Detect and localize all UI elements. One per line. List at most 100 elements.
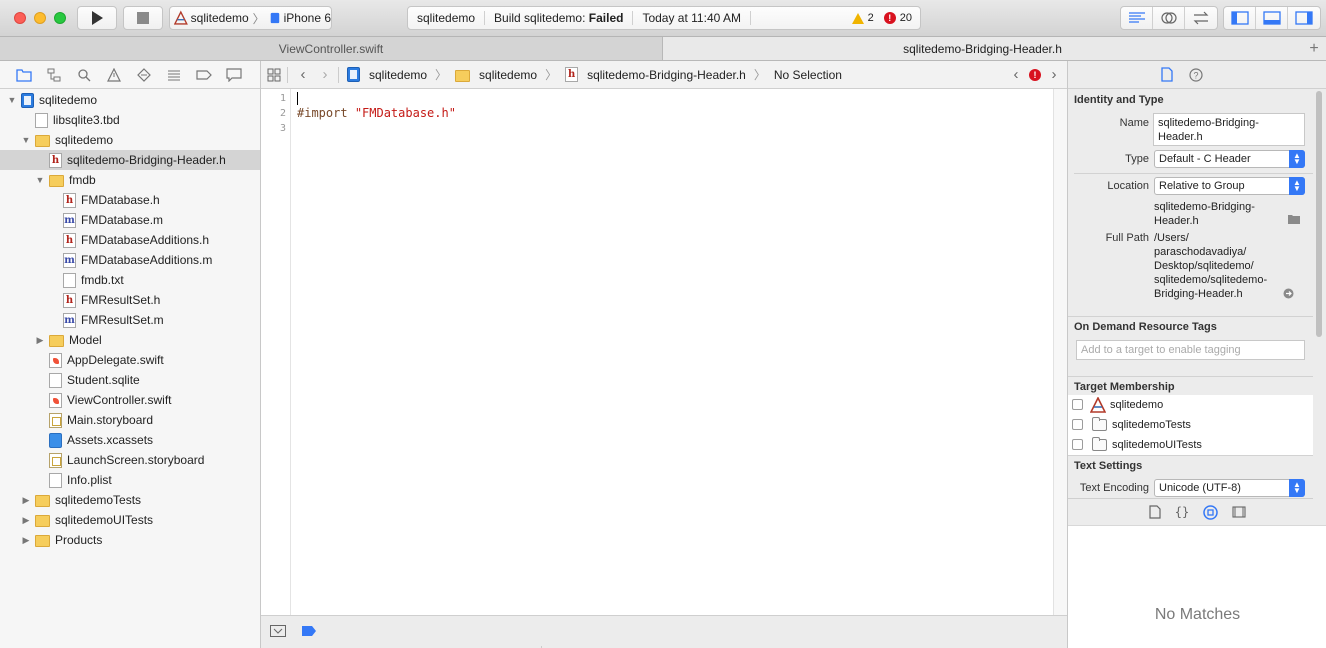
library-results: No Matches [1068, 526, 1326, 648]
breadcrumb-selection-label: No Selection [773, 67, 842, 82]
find-navigator-tab[interactable] [74, 67, 93, 83]
tree-row[interactable]: h FMDatabase.h [0, 190, 260, 210]
close-window-button[interactable] [14, 12, 26, 24]
tree-row[interactable]: ▶ Products [0, 530, 260, 550]
target-checkbox[interactable] [1072, 399, 1083, 410]
file-template-icon[interactable] [1149, 505, 1161, 519]
next-issue-button[interactable]: › [1047, 66, 1061, 83]
run-button[interactable] [77, 6, 117, 30]
related-items-button[interactable] [267, 68, 281, 82]
full-path-line: /Users/ [1154, 232, 1189, 244]
warning-icon [851, 12, 864, 24]
inspector-scrollbar[interactable] [1313, 89, 1326, 499]
tree-row[interactable]: m FMResultSet.m [0, 310, 260, 330]
tree-row[interactable]: m FMDatabaseAdditions.m [0, 250, 260, 270]
scheme-selector[interactable]: sqlitedemo 〉 iPhone 6 [169, 6, 332, 30]
previous-issue-button[interactable]: ‹ [1009, 66, 1023, 83]
quick-help-icon[interactable]: ? [1189, 67, 1203, 82]
tree-row[interactable]: h FMDatabaseAdditions.h [0, 230, 260, 250]
hide-debug-area-icon[interactable] [270, 625, 286, 637]
disclosure-open-icon[interactable]: ▼ [35, 175, 45, 185]
tree-row[interactable]: libsqlite3.tbd [0, 110, 260, 130]
tree-row[interactable]: m FMDatabase.m [0, 210, 260, 230]
name-field[interactable]: sqlitedemo-Bridging- Header.h [1153, 113, 1305, 146]
report-navigator-tab[interactable] [224, 67, 243, 83]
test-navigator-tab[interactable] [134, 67, 153, 83]
minimize-window-button[interactable] [34, 12, 46, 24]
breakpoints-toggle-icon[interactable] [301, 625, 317, 637]
media-library-icon[interactable] [1232, 506, 1246, 518]
disclosure-open-icon[interactable]: ▼ [7, 95, 17, 105]
scroll-thumb[interactable] [1316, 91, 1322, 337]
breadcrumb-selection[interactable]: No Selection [774, 68, 842, 82]
tree-row[interactable]: h sqlitedemo-Bridging-Header.h [0, 150, 260, 170]
tree-row[interactable]: ViewController.swift [0, 390, 260, 410]
version-editor-button[interactable] [1185, 7, 1217, 29]
breadcrumb-group[interactable]: sqlitedemo 〉 [455, 66, 557, 83]
debug-panel-icon [1262, 11, 1281, 25]
utilities-panel-icon [1295, 11, 1313, 25]
source-editor[interactable]: 1 2 3 #import "FMDatabase.h" [261, 89, 1053, 615]
resource-tags-field[interactable]: Add to a target to enable tagging [1076, 340, 1305, 360]
target-checkbox[interactable] [1072, 439, 1083, 450]
code-text: #import "FMDatabase.h" [297, 91, 456, 136]
tab-viewcontroller-swift[interactable]: ViewController.swift [0, 37, 663, 60]
disclosure-closed-icon[interactable]: ▶ [21, 495, 31, 505]
tree-row[interactable]: ▼ sqlitedemo [0, 130, 260, 150]
speech-bubble-icon [225, 67, 242, 82]
issue-navigator-tab[interactable] [104, 67, 123, 83]
tree-row[interactable]: ▶ sqlitedemoTests [0, 490, 260, 510]
standard-editor-button[interactable] [1121, 7, 1153, 29]
toggle-debug-area-button[interactable] [1256, 7, 1288, 29]
choose-folder-icon[interactable] [1288, 214, 1300, 224]
type-popup[interactable]: Default - C Header ▲ ▼ [1154, 150, 1305, 168]
name-field-line: sqlitedemo-Bridging- [1158, 117, 1259, 129]
tree-row[interactable]: Info.plist [0, 470, 260, 490]
debug-bar [261, 615, 1067, 648]
location-popup[interactable]: Relative to Group ▲ ▼ [1154, 177, 1305, 195]
reveal-in-finder-icon[interactable] [1283, 288, 1294, 299]
project-navigator-tab[interactable] [14, 67, 33, 83]
location-path: sqlitedemo-Bridging- Header.h [1154, 200, 1255, 228]
toggle-utilities-button[interactable] [1288, 7, 1320, 29]
assistant-editor-button[interactable] [1153, 7, 1185, 29]
breakpoint-navigator-tab[interactable] [194, 67, 213, 83]
editor-scrollbar[interactable] [1053, 89, 1067, 615]
tree-row[interactable]: ▶ sqlitedemoUITests [0, 510, 260, 530]
tree-row[interactable]: Assets.xcassets [0, 430, 260, 450]
add-tab-button[interactable]: + [1302, 37, 1326, 60]
back-button[interactable]: ‹ [296, 66, 310, 83]
disclosure-closed-icon[interactable]: ▶ [21, 515, 31, 525]
symbol-navigator-tab[interactable] [44, 67, 63, 83]
tree-row[interactable]: Student.sqlite [0, 370, 260, 390]
tree-row-label: FMResultSet.h [81, 293, 161, 307]
debug-navigator-tab[interactable] [164, 67, 183, 83]
breadcrumb-file[interactable]: h sqlitedemo-Bridging-Header.h 〉 [565, 66, 766, 83]
breadcrumb-project[interactable]: sqlitedemo 〉 [347, 66, 447, 83]
issue-counts[interactable]: 2 ! 20 [851, 12, 920, 24]
tree-row[interactable]: ▼ sqlitedemo [0, 90, 260, 110]
tree-row[interactable]: LaunchScreen.storyboard [0, 450, 260, 470]
tree-row[interactable]: ▶ Model [0, 330, 260, 350]
target-checkbox[interactable] [1072, 419, 1083, 430]
text-encoding-popup[interactable]: Unicode (UTF-8) ▲ ▼ [1154, 479, 1305, 497]
tree-row[interactable]: h FMResultSet.h [0, 290, 260, 310]
toggle-navigator-button[interactable] [1224, 7, 1256, 29]
tree-row[interactable]: Main.storyboard [0, 410, 260, 430]
tab-bridging-header[interactable]: sqlitedemo-Bridging-Header.h [663, 37, 1302, 60]
tree-row[interactable]: ▼ fmdb [0, 170, 260, 190]
object-library-icon[interactable] [1203, 504, 1218, 520]
disclosure-open-icon[interactable]: ▼ [21, 135, 31, 145]
forward-button[interactable]: › [318, 66, 332, 83]
code-snippet-icon[interactable]: {} [1175, 505, 1189, 519]
disclosure-closed-icon[interactable]: ▶ [35, 335, 45, 345]
file-inspector-icon[interactable] [1161, 67, 1173, 82]
tree-row[interactable]: AppDelegate.swift [0, 350, 260, 370]
stop-button[interactable] [123, 6, 163, 30]
standard-editor-icon [1128, 12, 1145, 23]
tree-row-label: FMResultSet.m [81, 313, 164, 327]
tree-row[interactable]: fmdb.txt [0, 270, 260, 290]
disclosure-closed-icon[interactable]: ▶ [21, 535, 31, 545]
error-icon[interactable]: ! [1029, 68, 1041, 81]
zoom-window-button[interactable] [54, 12, 66, 24]
